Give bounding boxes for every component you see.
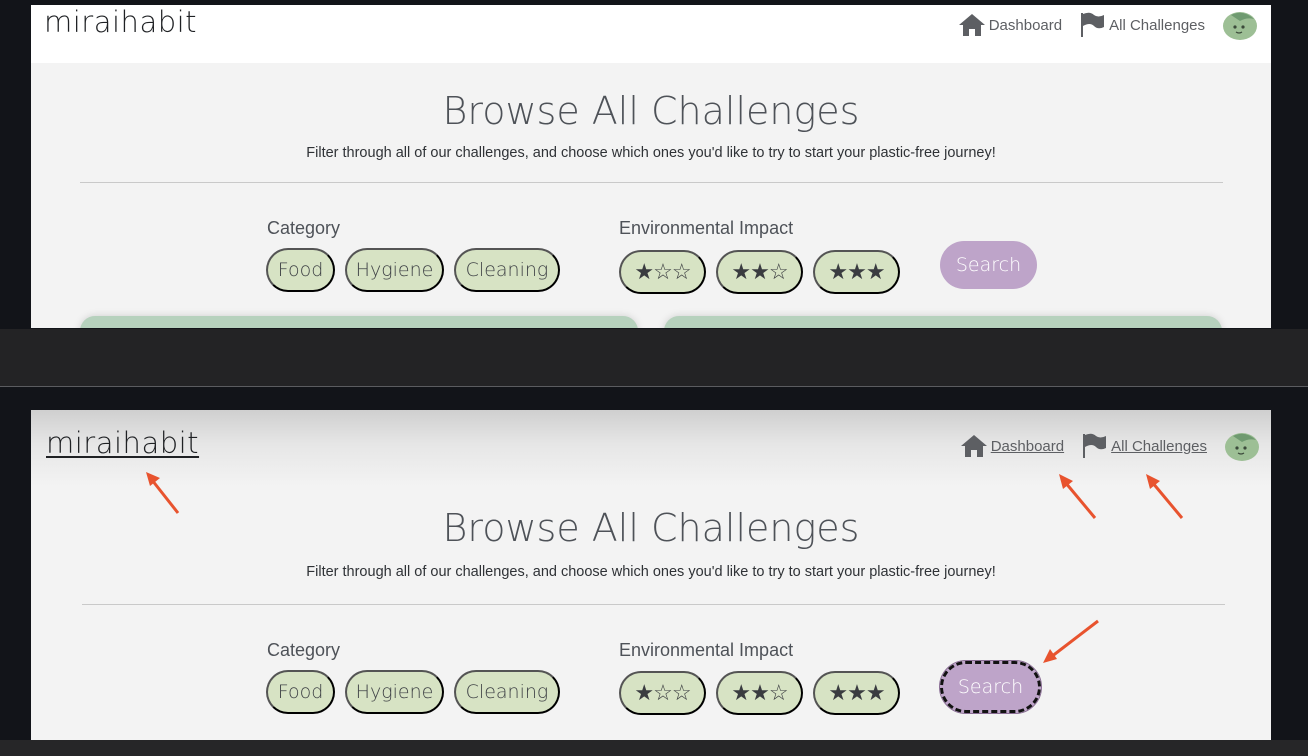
arrow-icon: [1043, 619, 1099, 663]
arrow-icon: [1059, 474, 1097, 519]
arrow-icon: [146, 472, 180, 514]
arrow-icon: [1146, 474, 1184, 519]
annotation-arrows: [146, 472, 1184, 663]
